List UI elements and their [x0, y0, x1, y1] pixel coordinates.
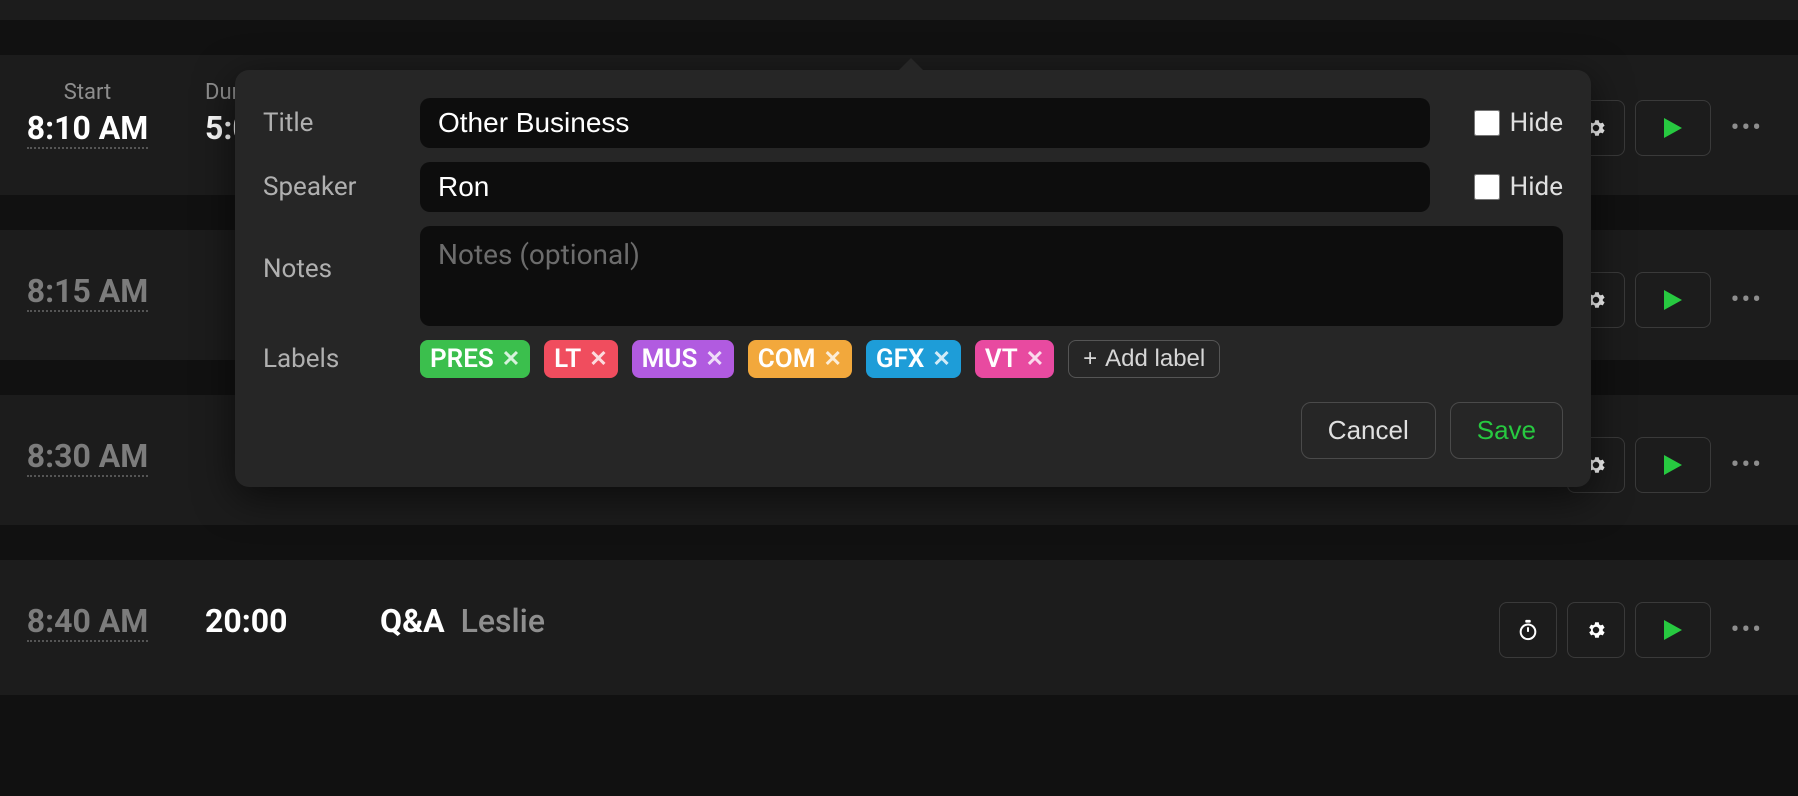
start-label: Start	[0, 80, 175, 105]
label-chip-text: LT	[554, 344, 581, 374]
play-button[interactable]	[1635, 437, 1711, 493]
more-icon[interactable]: •••	[1721, 450, 1773, 480]
hide-title-checkbox[interactable]	[1474, 110, 1500, 136]
label-chip-text: COM	[758, 344, 816, 374]
more-icon[interactable]: •••	[1721, 615, 1773, 645]
label-chip[interactable]: LT ✕	[544, 340, 617, 378]
label-chip[interactable]: COM ✕	[748, 340, 852, 378]
label-chip-text: MUS	[642, 344, 698, 374]
remove-label-icon[interactable]: ✕	[823, 347, 841, 372]
timer-button[interactable]	[1499, 602, 1557, 658]
start-time[interactable]: 8:30 AM	[27, 437, 149, 477]
more-icon[interactable]: •••	[1721, 285, 1773, 315]
row-title: Q&A	[380, 602, 445, 640]
play-button[interactable]	[1635, 602, 1711, 658]
title-label: Title	[263, 108, 398, 138]
notes-label: Notes	[263, 226, 398, 284]
start-time[interactable]: 8:40 AM	[27, 602, 149, 642]
labels-label: Labels	[263, 344, 398, 374]
agenda-row: Budget Report Ron •••	[0, 0, 1798, 20]
speaker-label: Speaker	[263, 172, 398, 202]
agenda-row: 8:40 AM 20:00 Q&A Leslie •••	[0, 560, 1798, 695]
labels-container: PRES ✕ LT ✕ MUS ✕ COM ✕ GFX ✕ VT ✕ + Add label	[420, 340, 1220, 378]
hide-label: Hide	[1510, 172, 1563, 202]
save-button[interactable]: Save	[1450, 402, 1563, 459]
label-chip-text: GFX	[876, 344, 924, 374]
label-chip-text: PRES	[430, 344, 494, 374]
remove-label-icon[interactable]: ✕	[589, 347, 607, 372]
remove-label-icon[interactable]: ✕	[932, 347, 950, 372]
label-chip[interactable]: MUS ✕	[632, 340, 734, 378]
more-icon[interactable]: •••	[1721, 113, 1773, 143]
label-chip-text: VT	[985, 344, 1018, 374]
cancel-button[interactable]: Cancel	[1301, 402, 1436, 459]
row-speaker: Leslie	[461, 602, 545, 640]
add-label-text: Add label	[1105, 345, 1205, 373]
start-time[interactable]: 8:15 AM	[27, 272, 149, 312]
remove-label-icon[interactable]: ✕	[1026, 347, 1044, 372]
play-button[interactable]	[1635, 272, 1711, 328]
remove-label-icon[interactable]: ✕	[705, 347, 723, 372]
hide-label: Hide	[1510, 108, 1563, 138]
label-chip[interactable]: GFX ✕	[866, 340, 961, 378]
play-button[interactable]	[1635, 100, 1711, 156]
notes-textarea[interactable]	[420, 226, 1563, 326]
duration-value[interactable]: 20:00	[205, 602, 287, 640]
edit-popover: Title Hide Speaker Hide Notes Labels PRE…	[235, 70, 1591, 487]
hide-speaker-checkbox[interactable]	[1474, 174, 1500, 200]
label-chip[interactable]: VT ✕	[975, 340, 1054, 378]
start-time[interactable]: 8:10 AM	[27, 109, 149, 149]
remove-label-icon[interactable]: ✕	[502, 347, 520, 372]
speaker-input[interactable]	[420, 162, 1430, 212]
add-label-button[interactable]: + Add label	[1068, 340, 1220, 378]
title-input[interactable]	[420, 98, 1430, 148]
label-chip[interactable]: PRES ✕	[420, 340, 530, 378]
settings-button[interactable]	[1567, 602, 1625, 658]
plus-icon: +	[1083, 345, 1097, 373]
